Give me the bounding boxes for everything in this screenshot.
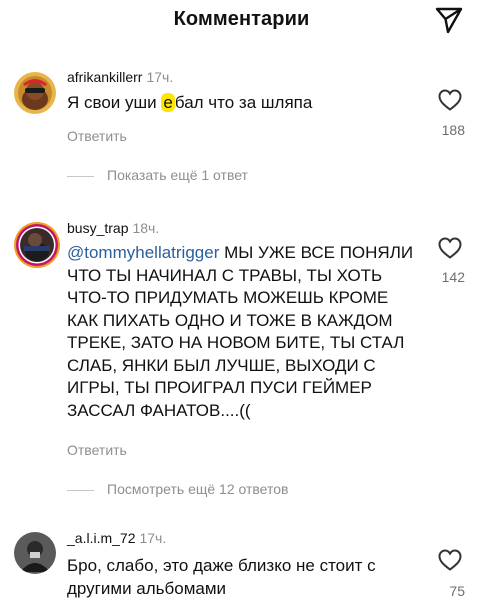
- comment-text-part: Я свои уши: [67, 93, 162, 112]
- comment-3: _a.l.i.m_72 17ч. Бро, слабо, это даже бли…: [0, 522, 483, 604]
- timestamp: 17ч.: [139, 530, 167, 546]
- username[interactable]: busy_trap: [67, 220, 128, 236]
- mention-link[interactable]: @tommyhellatrigger: [67, 243, 219, 262]
- heart-icon: [438, 89, 462, 111]
- comment-text-part: МЫ УЖЕ ВСЕ ПОНЯЛИ ЧТО ТЫ НАЧИНАЛ С ТРАВЫ…: [67, 243, 414, 420]
- divider-line: [67, 176, 94, 177]
- reply-button[interactable]: Ответить: [67, 128, 127, 144]
- like-count: 75: [449, 583, 465, 599]
- like-button[interactable]: [437, 236, 463, 260]
- comment-text-part: Бро, слабо, это даже близко не стоит с д…: [67, 556, 376, 598]
- comment-1: afrikankillerr 17ч. Я свои уши е бал что з…: [0, 60, 483, 200]
- reply-button[interactable]: Ответить: [67, 442, 127, 458]
- timestamp: 18ч.: [132, 220, 160, 236]
- header: Комментарии: [0, 0, 483, 40]
- avatar[interactable]: [14, 532, 56, 574]
- heart-icon: [438, 549, 462, 571]
- highlight-mark: е: [161, 93, 175, 112]
- avatar[interactable]: [14, 72, 56, 114]
- like-button[interactable]: [437, 548, 463, 572]
- comment-text: Я свои уши е бал что за шляпа: [67, 92, 417, 115]
- page-title: Комментарии: [173, 8, 310, 30]
- like-button[interactable]: [437, 88, 463, 112]
- comment-meta: _a.l.i.m_72 17ч.: [67, 530, 166, 546]
- replies-toggle-label: Показать ещё 1 ответ: [107, 167, 248, 183]
- comment-meta: afrikankillerr 17ч.: [67, 69, 173, 85]
- share-button[interactable]: [434, 6, 464, 34]
- comment-meta: busy_trap 18ч.: [67, 220, 159, 236]
- send-icon: [435, 7, 463, 34]
- timestamp: 17ч.: [146, 69, 174, 85]
- comment-2: busy_trap 18ч. @tommyhellatrigger МЫ УЖЕ …: [0, 212, 483, 512]
- comment-text-part: бал что за шляпа: [174, 93, 313, 112]
- like-count: 142: [441, 269, 465, 285]
- avatar[interactable]: [14, 222, 60, 268]
- comment-text: @tommyhellatrigger МЫ УЖЕ ВСЕ ПОНЯЛИ ЧТО…: [67, 242, 419, 422]
- replies-toggle-label: Посмотреть ещё 12 ответов: [107, 481, 289, 497]
- username[interactable]: afrikankillerr: [67, 69, 142, 85]
- username[interactable]: _a.l.i.m_72: [67, 530, 135, 546]
- heart-icon: [438, 237, 462, 259]
- comment-text: Бро, слабо, это даже близко не стоит с д…: [67, 555, 419, 600]
- like-count: 188: [441, 122, 465, 138]
- divider-line: [67, 490, 94, 491]
